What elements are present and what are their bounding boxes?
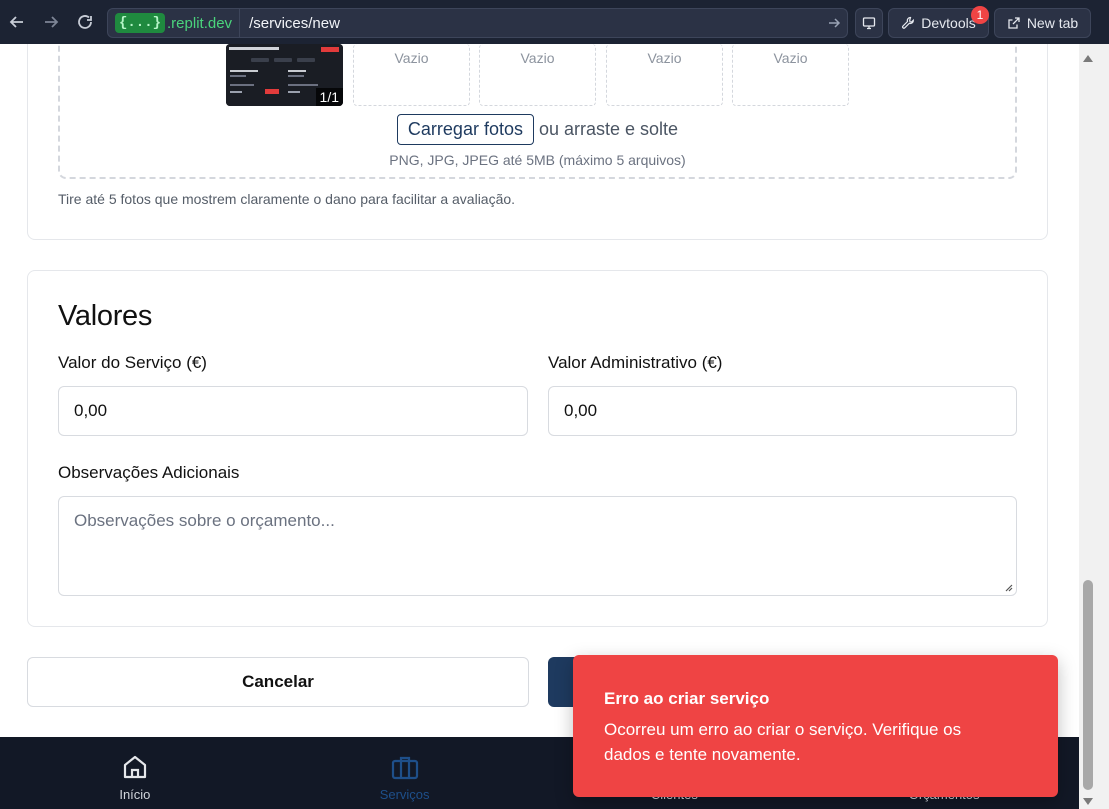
nav-label: Início: [119, 787, 151, 802]
back-button[interactable]: [0, 0, 34, 44]
reload-icon: [78, 15, 92, 29]
reload-button[interactable]: [68, 0, 102, 44]
toast-message: Ocorreu um erro ao criar o serviço. Veri…: [604, 720, 962, 764]
error-toast[interactable]: Erro ao criar serviço Ocorreu um erro ao…: [573, 655, 1058, 797]
notes-textarea[interactable]: Observações sobre o orçamento...: [58, 496, 1017, 596]
admin-value-input[interactable]: 0,00: [548, 386, 1017, 436]
resize-grip-icon[interactable]: [1003, 582, 1013, 592]
toast-title: Erro ao criar serviço: [604, 689, 770, 708]
page-content: Carregar fotos ou arraste e solte PNG, J…: [0, 44, 1079, 737]
admin-value-label: Valor Administrativo (€): [548, 353, 723, 372]
upload-hint: PNG, JPG, JPEG até 5MB (máximo 5 arquivo…: [389, 152, 686, 168]
notes-label: Observações Adicionais: [58, 463, 240, 482]
new-tab-button[interactable]: New tab: [994, 8, 1091, 38]
arrow-right-icon: [45, 16, 59, 28]
devtools-button[interactable]: Devtools 1: [888, 6, 989, 38]
notes-placeholder: Observações sobre o orçamento...: [74, 511, 335, 530]
page-scrollbar[interactable]: [1079, 44, 1109, 809]
monitor-icon: [862, 17, 876, 30]
forward-button[interactable]: [34, 0, 68, 44]
device-preview-button[interactable]: [855, 8, 883, 38]
section-title: Valores: [58, 300, 153, 332]
empty-photo-slot[interactable]: Vazio: [732, 44, 849, 106]
cancel-button[interactable]: Cancelar: [27, 657, 529, 707]
home-icon: [123, 755, 146, 779]
go-icon[interactable]: [821, 16, 847, 30]
devtools-label: Devtools: [921, 15, 976, 31]
photo-counter: 1/1: [315, 88, 343, 106]
service-value-label: Valor do Serviço (€): [58, 353, 207, 372]
service-value-input[interactable]: 0,00: [58, 386, 528, 436]
empty-photo-slot[interactable]: Vazio: [479, 44, 596, 106]
domain-chip[interactable]: {...} .replit.dev: [108, 9, 241, 37]
photo-thumbnail[interactable]: 1/1: [226, 44, 343, 106]
devtools-badge: 1: [971, 6, 989, 24]
url-path[interactable]: /services/new: [240, 15, 821, 32]
scroll-up-icon[interactable]: [1082, 54, 1094, 64]
address-bar[interactable]: {...} .replit.dev /services/new: [107, 8, 848, 38]
empty-photo-slot[interactable]: Vazio: [606, 44, 723, 106]
nav-item-inicio[interactable]: Início: [0, 737, 270, 809]
browser-toolbar: {...} .replit.dev /services/new Devtools…: [0, 0, 1109, 44]
external-link-icon: [1008, 17, 1020, 29]
nav-item-servicos[interactable]: Serviços: [270, 737, 540, 809]
wrench-icon: [902, 16, 915, 29]
upload-photos-button[interactable]: Carregar fotos: [396, 114, 534, 145]
empty-photo-slot[interactable]: Vazio: [353, 44, 470, 106]
new-tab-label: New tab: [1026, 15, 1079, 31]
upload-row: Carregar fotos ou arraste e solte: [60, 114, 1015, 145]
photos-helper-text: Tire até 5 fotos que mostrem claramente …: [58, 191, 516, 207]
replit-logo: {...}: [115, 13, 166, 33]
scroll-down-icon[interactable]: [1082, 796, 1094, 806]
scrollbar-thumb[interactable]: [1083, 580, 1093, 790]
arrow-left-icon: [9, 16, 23, 28]
drag-drop-text: ou arraste e solte: [538, 119, 679, 139]
briefcase-icon: [391, 756, 418, 780]
nav-label: Serviços: [379, 787, 430, 802]
domain-text: .replit.dev: [167, 14, 233, 32]
